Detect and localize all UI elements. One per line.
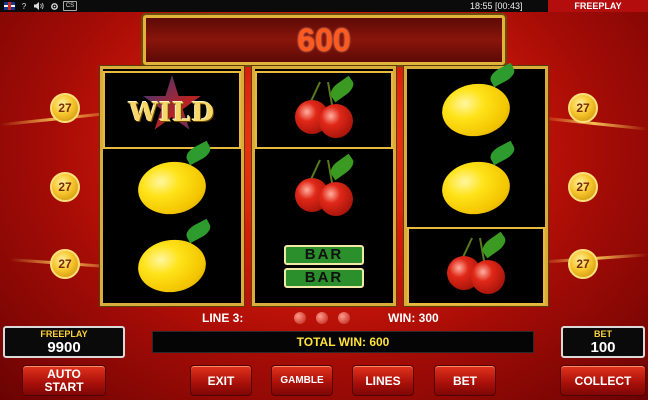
line-coin-left-3[interactable]: 27 [50, 249, 80, 279]
win-amount: 600 [297, 22, 351, 58]
lemon-symbol [103, 227, 241, 305]
gamble-button[interactable]: GAMBLE [271, 365, 333, 396]
cherry-icon [316, 312, 328, 324]
clock-display: 18:55 [00:43] [470, 1, 523, 11]
status-bar: ? CS 18:55 [00:43] FREEPLAY [0, 0, 648, 12]
cherries-symbol [255, 71, 393, 149]
freeplay-panel: FREEPLAY 9900 [3, 326, 125, 358]
mode-badge: FREEPLAY [548, 0, 648, 12]
cherries-symbol [407, 227, 545, 305]
reel-1: WILD [100, 66, 244, 306]
lemon-icon [438, 79, 514, 141]
reel-2: BAR BAR [252, 66, 396, 306]
line-coin-left-2[interactable]: 27 [50, 172, 80, 202]
cherries-icon [289, 153, 359, 218]
auto-start-button[interactable]: AUTO START [22, 365, 106, 396]
total-win-display: TOTAL WIN: 600 [152, 331, 534, 353]
lemon-symbol [103, 149, 241, 227]
settings-icon[interactable] [48, 1, 60, 11]
exit-button[interactable]: EXIT [190, 365, 252, 396]
lemon-icon [134, 235, 210, 297]
line-coin-right-2[interactable]: 27 [568, 172, 598, 202]
wild-symbol: WILD [103, 71, 241, 149]
line-label: LINE 3: [202, 311, 244, 325]
cherry-icon [338, 312, 350, 324]
cherries-icon [289, 75, 359, 140]
line-coin-left-1[interactable]: 27 [50, 93, 80, 123]
speaker-icon[interactable] [33, 1, 45, 11]
collect-button[interactable]: COLLECT [560, 365, 646, 396]
win-banner: 600 [143, 15, 505, 65]
bet-panel: BET 100 [561, 326, 645, 358]
lines-button[interactable]: LINES [352, 365, 414, 396]
help-button[interactable]: ? [18, 1, 30, 11]
lemon-symbol [407, 71, 545, 149]
reel-3 [404, 66, 548, 306]
uk-flag-icon [3, 2, 15, 10]
lemon-symbol [407, 149, 545, 227]
lemon-icon [134, 157, 210, 219]
lemon-icon [438, 157, 514, 219]
freeplay-value: 9900 [47, 339, 81, 356]
line-coin-right-3[interactable]: 27 [568, 249, 598, 279]
bet-button[interactable]: BET [434, 365, 496, 396]
bar-symbol: BAR BAR [255, 227, 393, 305]
line-coin-right-1[interactable]: 27 [568, 93, 598, 123]
cherry-icon [294, 312, 306, 324]
language-button[interactable] [3, 1, 15, 11]
card-button[interactable]: CS [63, 1, 77, 11]
cherries-icon [441, 231, 511, 296]
cherries-symbol [255, 149, 393, 227]
bet-value: 100 [590, 339, 616, 356]
line-win-label: WIN: 300 [388, 311, 439, 325]
